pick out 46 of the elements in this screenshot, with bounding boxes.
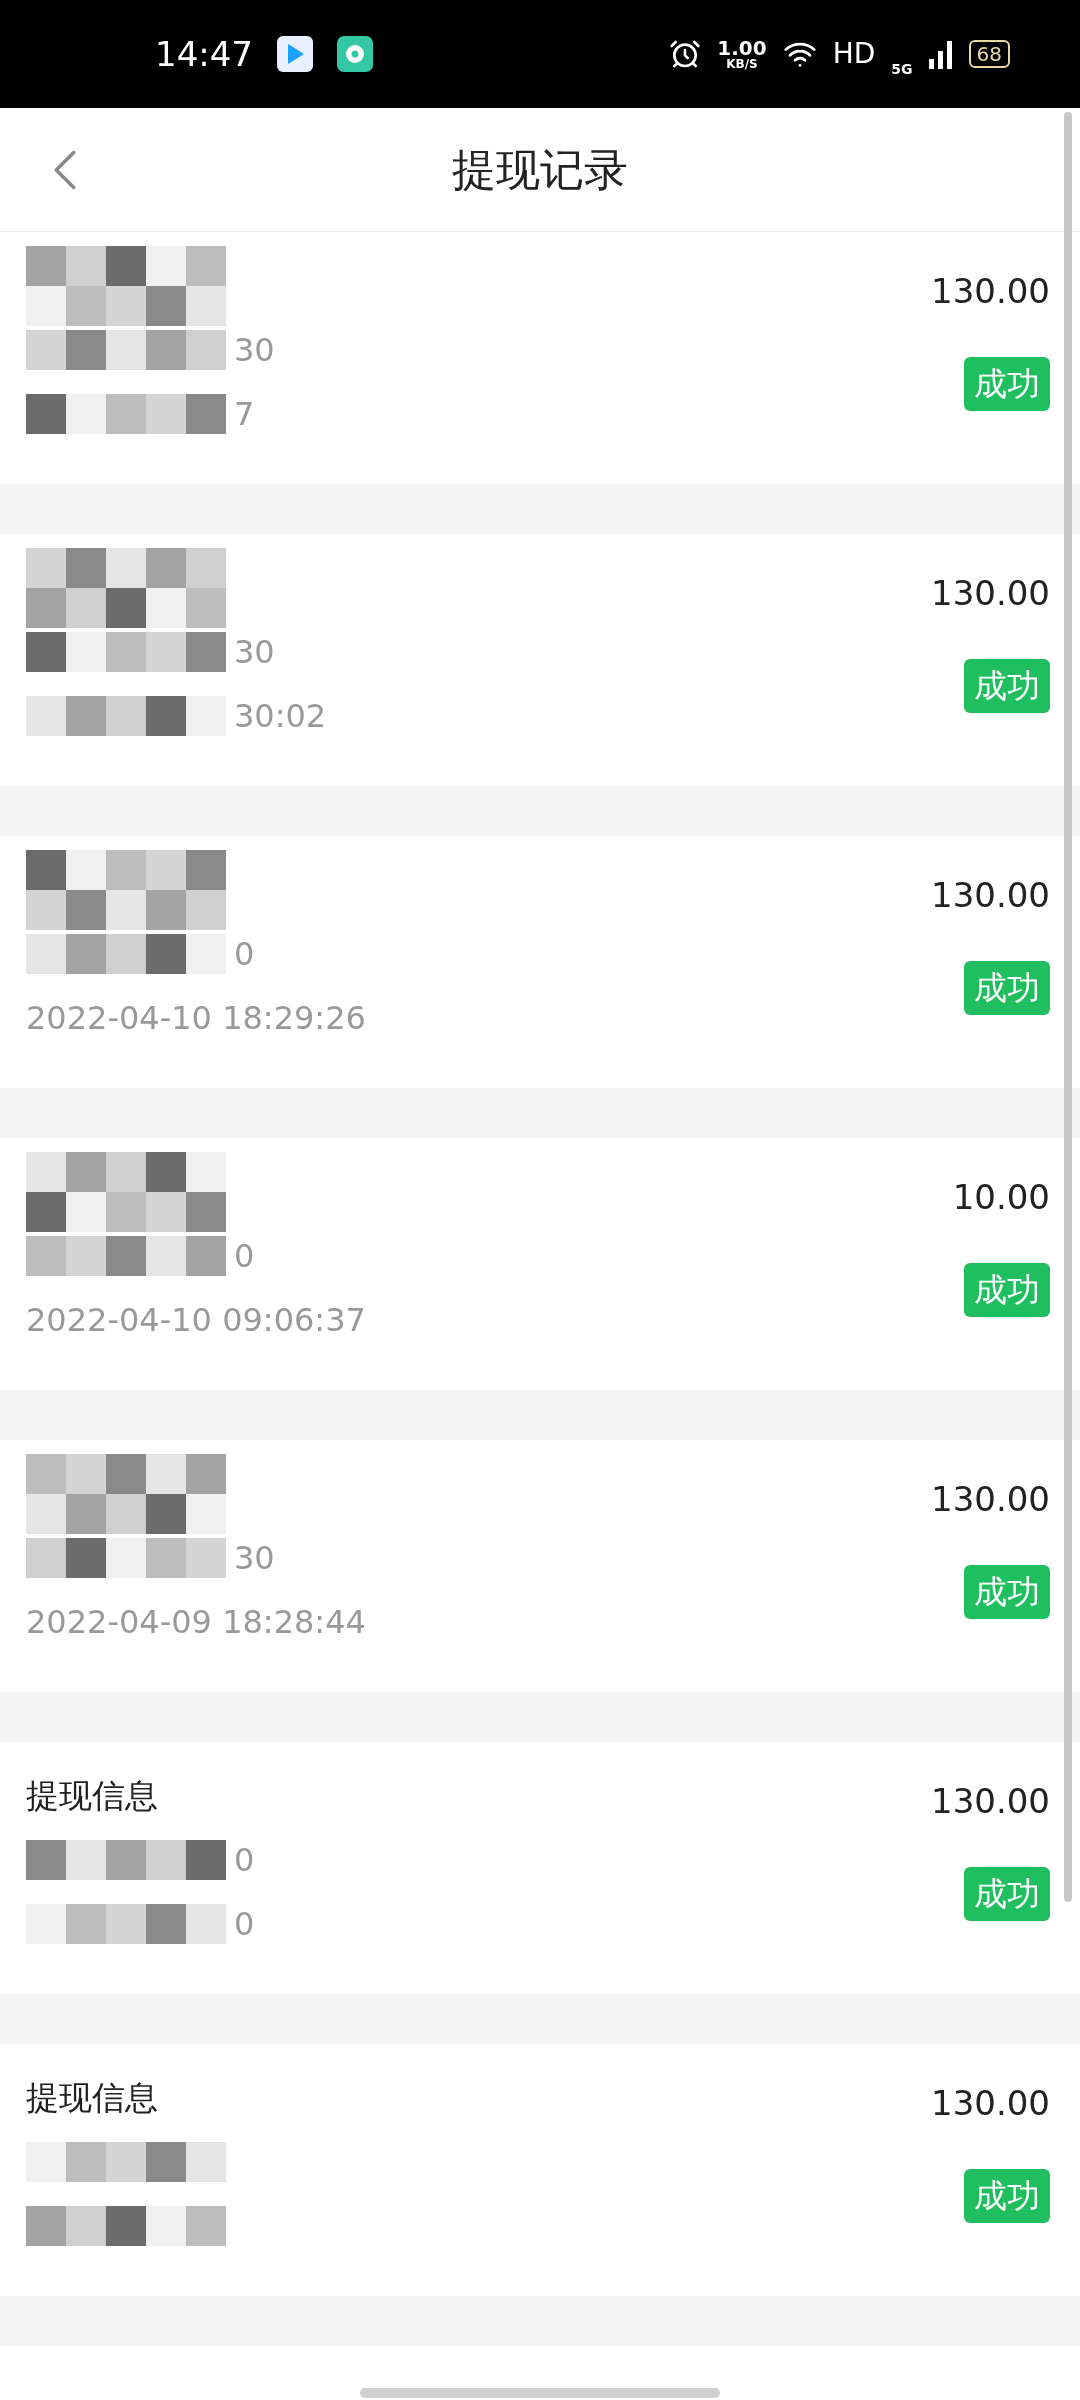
status-badge: 成功 [964,1263,1050,1317]
status-badge: 成功 [964,1867,1050,1921]
account-number: 0 [234,1840,255,1881]
status-badge: 成功 [964,357,1050,411]
network-speed: 1.00 [717,38,767,58]
record-card[interactable]: 提现信息 0 0 130.00 成功 [0,1742,1080,1994]
amount: 130.00 [931,1780,1050,1823]
record-card[interactable]: 30 30:02 130.00 成功 [0,534,1080,786]
status-badge: 成功 [964,2169,1050,2223]
amount: 10.00 [952,1176,1050,1219]
account-number: 30 [234,330,275,371]
speed-unit: KB/S [726,58,758,70]
page-title: 提现记录 [452,142,628,197]
network-type: 5G [891,59,913,79]
status-badge: 成功 [964,1565,1050,1619]
amount: 130.00 [931,1478,1050,1521]
hd-indicator: HD [832,36,876,72]
record-card[interactable]: 0 2022-04-10 18:29:26 130.00 成功 [0,836,1080,1088]
record-card[interactable]: 提现信息 130.00 成功 [0,2044,1080,2296]
record-title: 提现信息 [26,2077,158,2120]
record-title: 提现信息 [26,1775,158,1818]
record-time: 2022-04-09 18:28:44 [26,1602,366,1643]
battery-indicator: 68 [968,40,1010,68]
clock: 14:47 [155,32,253,76]
amount: 130.00 [931,270,1050,313]
account-number: 0 [234,934,255,975]
record-time: 30:02 [234,696,327,737]
status-badge: 成功 [964,659,1050,713]
account-number: 0 [234,1236,255,1277]
account-number: 30 [234,1538,275,1579]
record-time: 7 [234,394,255,435]
record-card[interactable]: 30 7 130.00 成功 [0,232,1080,484]
video-app-icon [277,36,313,72]
record-time: 2022-04-10 18:29:26 [26,998,366,1039]
amount: 130.00 [931,2082,1050,2125]
record-time: 0 [234,1904,255,1945]
record-card[interactable]: 30 2022-04-09 18:28:44 130.00 成功 [0,1440,1080,1692]
music-app-icon [337,36,373,72]
record-card[interactable]: 0 2022-04-10 09:06:37 10.00 成功 [0,1138,1080,1390]
account-number: 30 [234,632,275,673]
alarm-icon [669,38,702,70]
signal-icon [928,39,953,69]
record-time: 2022-04-10 09:06:37 [26,1300,366,1341]
amount: 130.00 [931,572,1050,615]
status-badge: 成功 [964,961,1050,1015]
amount: 130.00 [931,874,1050,917]
